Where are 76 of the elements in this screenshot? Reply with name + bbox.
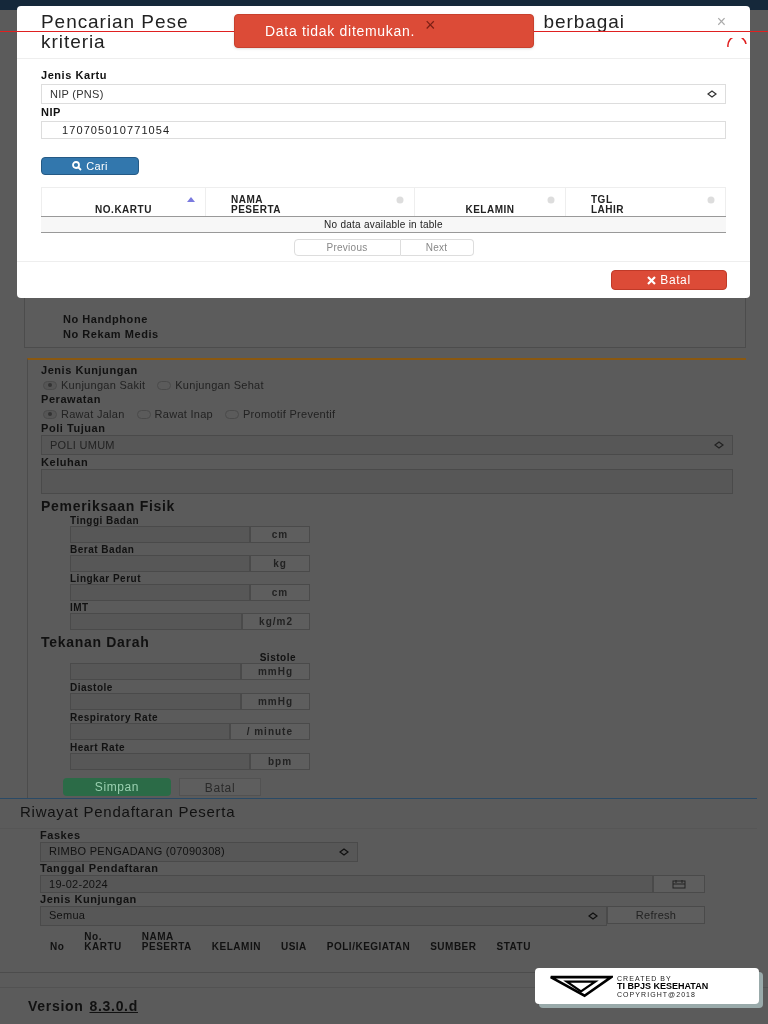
column-header[interactable]: NO.KARTU bbox=[41, 187, 205, 216]
field-label: Diastole bbox=[70, 682, 113, 693]
empty-table-message: No data available in table bbox=[41, 217, 726, 233]
dropdown-arrow-icon bbox=[339, 847, 349, 856]
logo-icon bbox=[549, 974, 613, 998]
radio-label: Kunjungan Sehat bbox=[175, 377, 264, 393]
toast-message: Data tidak ditemukan. bbox=[265, 21, 416, 41]
column-header: USIA bbox=[280, 939, 307, 952]
section-heading: Pemeriksaan Fisik bbox=[41, 498, 177, 514]
select-field[interactable]: NIP (PNS) bbox=[41, 84, 726, 104]
unit-addon: kg/m2 bbox=[242, 613, 310, 630]
panel-title: Riwayat Pendaftaran Peserta bbox=[0, 799, 757, 829]
column-header: SUMBER bbox=[430, 939, 477, 952]
dialog-title: berbagai bbox=[543, 12, 625, 32]
badge-title: TI BPJS KESEHATAN bbox=[617, 981, 709, 991]
refresh-button[interactable]: Refresh bbox=[607, 905, 705, 924]
unit-addon: cm bbox=[250, 526, 310, 543]
unit-addon: kg bbox=[250, 555, 310, 572]
unit-addon: cm bbox=[250, 584, 310, 601]
dialog-title: Pencarian Pese bbox=[41, 12, 189, 32]
pagination-button[interactable]: Next bbox=[400, 239, 474, 256]
version-link[interactable]: 8.3.0.d bbox=[89, 996, 138, 1017]
info-label: No Handphone bbox=[63, 313, 149, 326]
save-button[interactable]: Simpan bbox=[63, 778, 171, 796]
unit-addon: mmHg bbox=[240, 663, 310, 680]
field-label: Poli Tujuan bbox=[41, 422, 107, 435]
radio-button[interactable] bbox=[43, 409, 57, 419]
radio-label: Rawat Jalan bbox=[61, 406, 125, 422]
field-label: NIP bbox=[41, 106, 62, 119]
column-header: KELAMIN bbox=[211, 939, 261, 952]
unit-addon: / minute bbox=[229, 723, 310, 740]
field-label: Lingkar Perut bbox=[70, 573, 142, 584]
field-label: Sistole bbox=[259, 652, 297, 663]
column-header: POLI/KEGIATAN bbox=[326, 939, 411, 952]
field-label: Tanggal Pendaftaran bbox=[40, 861, 160, 875]
dropdown-arrow-icon bbox=[714, 441, 724, 449]
column-header: No bbox=[50, 939, 65, 952]
dropdown-arrow-icon bbox=[588, 911, 598, 920]
section-heading: Tekanan Darah bbox=[41, 634, 151, 650]
select-field[interactable]: Semua bbox=[40, 905, 607, 926]
field-label: Keluhan bbox=[41, 456, 90, 469]
field-label: Jenis Kartu bbox=[41, 69, 108, 82]
radio-label: Promotif Preventif bbox=[242, 406, 336, 422]
toast-close-button[interactable]: × bbox=[425, 16, 436, 34]
version-label: Version bbox=[28, 997, 84, 1016]
field-label: Perawatan bbox=[41, 393, 102, 406]
info-label: No Rekam Medis bbox=[63, 328, 160, 341]
field-label: Jenis Kunjungan bbox=[41, 364, 139, 377]
column-header: NAMA PESERTA bbox=[141, 929, 192, 952]
unit-addon: bpm bbox=[250, 753, 310, 770]
column-header[interactable]: TGL LAHIR bbox=[565, 187, 726, 216]
field-label: Tinggi Badan bbox=[70, 515, 141, 526]
dropdown-arrow-icon bbox=[707, 90, 717, 98]
radio-button[interactable] bbox=[43, 380, 57, 390]
select-field[interactable]: RIMBO PENGADANG (07090308) bbox=[40, 841, 358, 862]
field-label: Jenis Kunjungan bbox=[40, 892, 138, 906]
column-header: No. KARTU bbox=[84, 929, 122, 952]
close-icon bbox=[647, 275, 657, 285]
column-header[interactable]: NAMA PESERTA bbox=[205, 187, 414, 216]
search-icon bbox=[72, 161, 83, 171]
field-label: Heart Rate bbox=[70, 742, 126, 753]
date-field[interactable]: 19-02-2024 bbox=[40, 874, 653, 893]
calendar-icon[interactable] bbox=[653, 874, 705, 893]
unit-addon: mmHg bbox=[240, 693, 310, 710]
field-label: Berat Badan bbox=[70, 544, 136, 555]
dialog-title: kriteria bbox=[41, 32, 107, 52]
input-field[interactable]: 170705010771054 bbox=[41, 121, 726, 139]
field-label: IMT bbox=[70, 602, 90, 613]
field-label: Faskes bbox=[40, 828, 82, 842]
close-button[interactable]: × bbox=[716, 12, 726, 32]
column-header[interactable]: KELAMIN bbox=[414, 187, 565, 216]
column-header: STATU bbox=[496, 939, 531, 952]
pagination-button[interactable]: Previous bbox=[293, 239, 401, 256]
cancel-button[interactable]: Batal bbox=[611, 270, 727, 290]
field-label: Respiratory Rate bbox=[70, 712, 159, 723]
search-button[interactable]: Cari bbox=[41, 157, 139, 175]
